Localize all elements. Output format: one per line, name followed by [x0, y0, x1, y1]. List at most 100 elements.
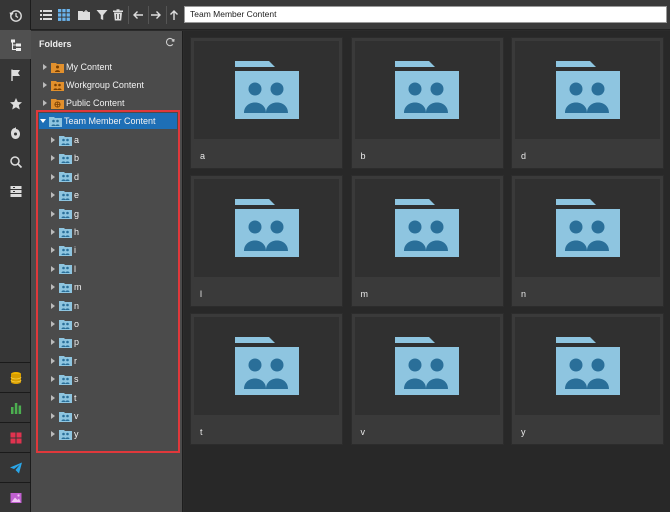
- tree-item-child[interactable]: t: [49, 390, 169, 406]
- tree-item-child[interactable]: l: [49, 261, 169, 277]
- tree-item-child[interactable]: s: [49, 371, 169, 387]
- tree-item-child[interactable]: h: [49, 224, 169, 240]
- team-folder-icon: [59, 227, 72, 238]
- expand-arrow-icon[interactable]: [49, 302, 57, 309]
- tree-item-label: Team Member Content: [64, 116, 156, 126]
- refresh-icon[interactable]: [165, 37, 175, 47]
- expand-arrow-icon[interactable]: [49, 229, 57, 235]
- tree-item-label: d: [74, 171, 80, 182]
- folder-tile[interactable]: t: [190, 313, 343, 445]
- tree-item-team-member-content[interactable]: Team Member Content: [39, 113, 177, 129]
- tree-item-label: Workgroup Content: [66, 80, 144, 90]
- expand-arrow-icon[interactable]: [49, 339, 57, 346]
- tree-item-child[interactable]: m: [49, 279, 169, 295]
- team-folder-icon: [234, 199, 299, 257]
- tree-item-label: e: [74, 190, 80, 201]
- tree-item-workgroup-content[interactable]: Workgroup Content: [41, 77, 176, 93]
- expand-arrow-icon[interactable]: [49, 321, 57, 327]
- expand-arrow-icon[interactable]: [41, 64, 49, 70]
- filter-icon[interactable]: [94, 7, 110, 23]
- expand-arrow-icon[interactable]: [49, 155, 57, 162]
- team-folder-icon: [59, 319, 72, 330]
- send-icon[interactable]: [0, 453, 31, 482]
- expand-arrow-icon[interactable]: [49, 173, 57, 180]
- tree-item-child[interactable]: i: [49, 242, 169, 258]
- team-folder-icon: [59, 209, 72, 220]
- list-view-icon[interactable]: [38, 7, 54, 23]
- tree-item-child[interactable]: n: [49, 298, 169, 314]
- collapse-arrow-icon[interactable]: [39, 119, 47, 123]
- toolbar-divider: [128, 6, 129, 24]
- expand-arrow-icon[interactable]: [49, 247, 57, 254]
- up-icon[interactable]: [166, 7, 182, 23]
- tree-item-child[interactable]: a: [49, 132, 169, 148]
- expand-arrow-icon[interactable]: [49, 137, 57, 143]
- bar-chart-icon[interactable]: [0, 393, 31, 422]
- history-icon[interactable]: [0, 1, 31, 30]
- back-icon[interactable]: [130, 7, 146, 23]
- tree-item-label: s: [74, 374, 79, 385]
- grid-view-icon[interactable]: [56, 7, 72, 23]
- folder-thumbnail: [354, 41, 500, 139]
- folder-tile[interactable]: a: [190, 37, 343, 169]
- tree-item-label: p: [74, 337, 80, 348]
- folder-tile[interactable]: l: [190, 175, 343, 307]
- tree-item-child[interactable]: v: [49, 408, 169, 424]
- new-folder-icon[interactable]: [76, 7, 92, 23]
- folder-tile[interactable]: b: [350, 37, 504, 169]
- breadcrumb-path[interactable]: Team Member Content: [184, 6, 667, 23]
- folder-tile[interactable]: y: [511, 313, 664, 445]
- grid-apps-icon[interactable]: [0, 423, 31, 452]
- database-icon[interactable]: [0, 363, 31, 392]
- folder-thumbnail: [515, 41, 660, 139]
- folder-thumbnail: [194, 317, 339, 415]
- tree-item-child[interactable]: b: [49, 150, 169, 166]
- expand-arrow-icon[interactable]: [49, 376, 57, 383]
- delete-icon[interactable]: [110, 7, 126, 23]
- folder-tree-icon[interactable]: [0, 30, 31, 59]
- expand-arrow-icon[interactable]: [49, 192, 57, 199]
- tree-item-child[interactable]: g: [49, 206, 169, 222]
- user-folder-icon: [51, 62, 64, 73]
- tree-item-child[interactable]: e: [49, 187, 169, 203]
- tree-item-label: t: [74, 392, 77, 403]
- expand-arrow-icon[interactable]: [49, 413, 57, 419]
- tree-item-child[interactable]: d: [49, 169, 169, 185]
- folder-tile-label: m: [360, 289, 369, 299]
- tree-item-child[interactable]: r: [49, 353, 169, 369]
- tree-item-child[interactable]: y: [49, 426, 169, 442]
- expand-arrow-icon[interactable]: [49, 431, 57, 438]
- team-folder-icon: [59, 411, 72, 422]
- team-folder-icon: [59, 282, 72, 293]
- expand-arrow-icon[interactable]: [41, 82, 49, 88]
- tree-item-child[interactable]: o: [49, 316, 169, 332]
- team-folder-icon: [395, 199, 459, 257]
- tags-icon[interactable]: [0, 118, 31, 147]
- folder-tile[interactable]: n: [511, 175, 664, 307]
- tree-item-child[interactable]: p: [49, 334, 169, 350]
- folder-tile[interactable]: m: [350, 175, 504, 307]
- forward-icon[interactable]: [148, 7, 164, 23]
- folder-tile[interactable]: d: [511, 37, 664, 169]
- team-folder-icon: [59, 135, 72, 146]
- tree-item-public-content[interactable]: Public Content: [41, 95, 176, 111]
- expand-arrow-icon[interactable]: [49, 210, 57, 217]
- expand-arrow-icon[interactable]: [49, 265, 57, 272]
- team-folder-icon: [234, 337, 299, 395]
- folder-tile[interactable]: v: [350, 313, 504, 445]
- star-icon[interactable]: [0, 89, 31, 118]
- folders-title: Folders: [39, 39, 72, 49]
- expand-arrow-icon[interactable]: [49, 357, 57, 364]
- expand-arrow-icon[interactable]: [49, 394, 57, 401]
- archive-icon[interactable]: [0, 176, 31, 205]
- search-icon[interactable]: [0, 147, 31, 176]
- folder-thumbnail: [194, 179, 339, 277]
- tree-item-label: h: [74, 227, 80, 237]
- expand-arrow-icon[interactable]: [41, 100, 49, 106]
- image-icon[interactable]: [0, 483, 31, 512]
- team-folder-icon: [555, 199, 620, 257]
- flag-icon[interactable]: [0, 60, 31, 89]
- tree-item-my-content[interactable]: My Content: [41, 59, 176, 75]
- team-folder-icon: [59, 264, 72, 275]
- expand-arrow-icon[interactable]: [49, 284, 57, 291]
